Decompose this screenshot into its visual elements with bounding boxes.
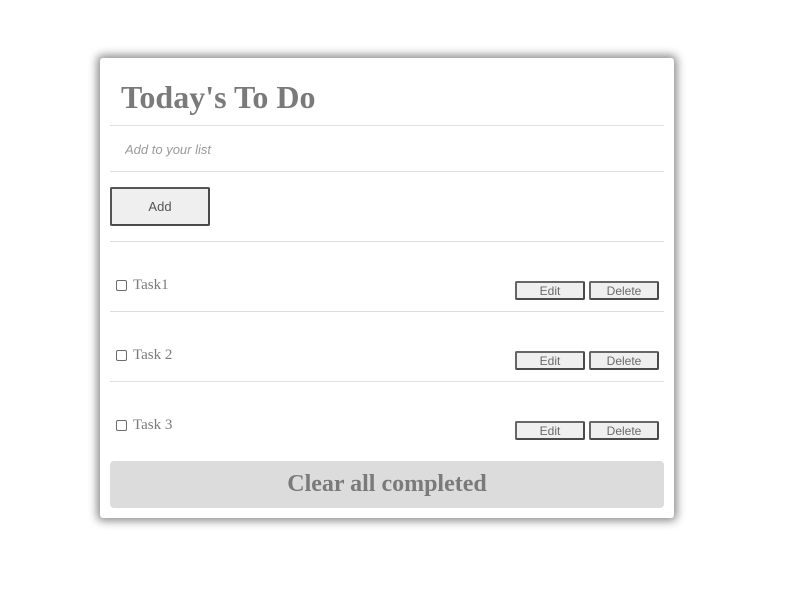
delete-button[interactable]: Delete [589, 351, 659, 370]
edit-button[interactable]: Edit [515, 281, 585, 300]
divider [110, 171, 664, 172]
add-button[interactable]: Add [110, 187, 210, 226]
task-label: Task1 [133, 277, 169, 293]
divider [110, 241, 664, 242]
divider [110, 381, 664, 382]
task-label: Task 2 [133, 347, 173, 363]
task-row: Task 3 Edit Delete [110, 391, 664, 461]
task-checkbox[interactable] [116, 350, 127, 361]
edit-button[interactable]: Edit [515, 351, 585, 370]
divider [110, 311, 664, 312]
delete-button[interactable]: Delete [589, 281, 659, 300]
divider [110, 125, 664, 126]
delete-button[interactable]: Delete [589, 421, 659, 440]
add-task-input[interactable] [110, 132, 664, 166]
task-label: Task 3 [133, 417, 173, 433]
todo-card: Today's To Do Add Task1 Edit Delete Task… [100, 58, 674, 518]
task-checkbox[interactable] [116, 420, 127, 431]
task-checkbox[interactable] [116, 280, 127, 291]
page-title: Today's To Do [121, 79, 316, 115]
edit-button[interactable]: Edit [515, 421, 585, 440]
clear-completed-button[interactable]: Clear all completed [110, 461, 664, 508]
